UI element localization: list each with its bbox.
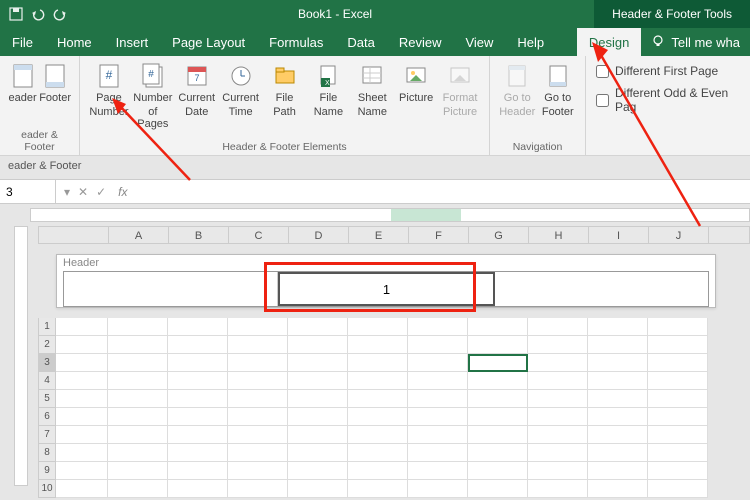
save-icon[interactable]: [8, 6, 24, 22]
svg-text:#: #: [106, 68, 113, 82]
picture-button[interactable]: Picture: [395, 60, 437, 139]
different-odd-even-checkbox[interactable]: Different Odd & Even Pag: [596, 86, 740, 114]
svg-text:X: X: [325, 80, 330, 87]
tab-insert[interactable]: Insert: [104, 28, 161, 56]
group-options: Different First Page Different Odd & Eve…: [586, 56, 750, 155]
tab-file[interactable]: File: [0, 28, 45, 56]
enter-icon[interactable]: ✓: [96, 185, 106, 199]
tab-formulas[interactable]: Formulas: [257, 28, 335, 56]
tab-home[interactable]: Home: [45, 28, 104, 56]
dropdown-icon[interactable]: ▾: [64, 185, 70, 199]
goto-footer-button[interactable]: Go toFooter: [539, 60, 578, 139]
header-right[interactable]: [495, 272, 708, 306]
window-title: Book1 - Excel: [76, 7, 594, 21]
tab-review[interactable]: Review: [387, 28, 454, 56]
ribbon: eader Footer eader & Footer #PageNumber …: [0, 56, 750, 156]
cell-grid[interactable]: [56, 318, 716, 498]
tab-view[interactable]: View: [453, 28, 505, 56]
page-number-button[interactable]: #PageNumber: [88, 60, 130, 139]
title-bar: Book1 - Excel Header & Footer Tools: [0, 0, 750, 28]
name-box[interactable]: 3: [0, 180, 56, 203]
cancel-icon[interactable]: ✕: [78, 185, 88, 199]
column-headers[interactable]: ABCDEFGHIJ: [38, 226, 750, 244]
fx-label[interactable]: fx: [114, 185, 131, 199]
header-left[interactable]: [64, 272, 278, 306]
tab-page-layout[interactable]: Page Layout: [160, 28, 257, 56]
group-header-footer-elements: #PageNumber #Numberof Pages 7CurrentDate…: [80, 56, 490, 155]
tab-data[interactable]: Data: [335, 28, 386, 56]
group-header-footer: eader Footer eader & Footer: [0, 56, 80, 155]
tell-me[interactable]: Tell me wha: [641, 34, 750, 51]
number-of-pages-button[interactable]: #Numberof Pages: [132, 60, 174, 139]
vertical-ruler: [14, 226, 28, 486]
footer-button[interactable]: Footer: [39, 60, 71, 127]
current-date-button[interactable]: 7CurrentDate: [176, 60, 218, 139]
lightbulb-icon: [651, 34, 665, 51]
formula-bar: 3 ▾ ✕ ✓ fx: [0, 180, 750, 204]
goto-header-button: Go toHeader: [498, 60, 537, 139]
sheet-name-button[interactable]: SheetName: [351, 60, 393, 139]
redo-icon[interactable]: [52, 6, 68, 22]
horizontal-ruler: [30, 208, 750, 222]
row-headers[interactable]: 12345678910: [38, 318, 56, 498]
tab-design[interactable]: Design: [577, 28, 641, 56]
format-picture-button: FormatPicture: [439, 60, 481, 139]
group-navigation: Go toHeader Go toFooter Navigation: [490, 56, 586, 155]
selected-cell: [468, 354, 528, 372]
annotation-red-box: [264, 262, 476, 312]
header-button[interactable]: eader: [8, 60, 37, 127]
svg-text:#: #: [148, 69, 154, 80]
tab-help[interactable]: Help: [505, 28, 556, 56]
file-name-button[interactable]: XFileName: [307, 60, 349, 139]
svg-text:7: 7: [194, 73, 199, 83]
file-path-button[interactable]: FilePath: [264, 60, 306, 139]
ribbon-tabs: File Home Insert Page Layout Formulas Da…: [0, 28, 750, 56]
different-first-page-checkbox[interactable]: Different First Page: [596, 64, 740, 78]
current-time-button[interactable]: CurrentTime: [220, 60, 262, 139]
contextual-tools-label: Header & Footer Tools: [594, 0, 750, 28]
undo-icon[interactable]: [30, 6, 46, 22]
worksheet-area: ABCDEFGHIJ Header 1 12345678910: [0, 204, 750, 500]
ribbon-sublabel: eader & Footer: [0, 156, 750, 180]
